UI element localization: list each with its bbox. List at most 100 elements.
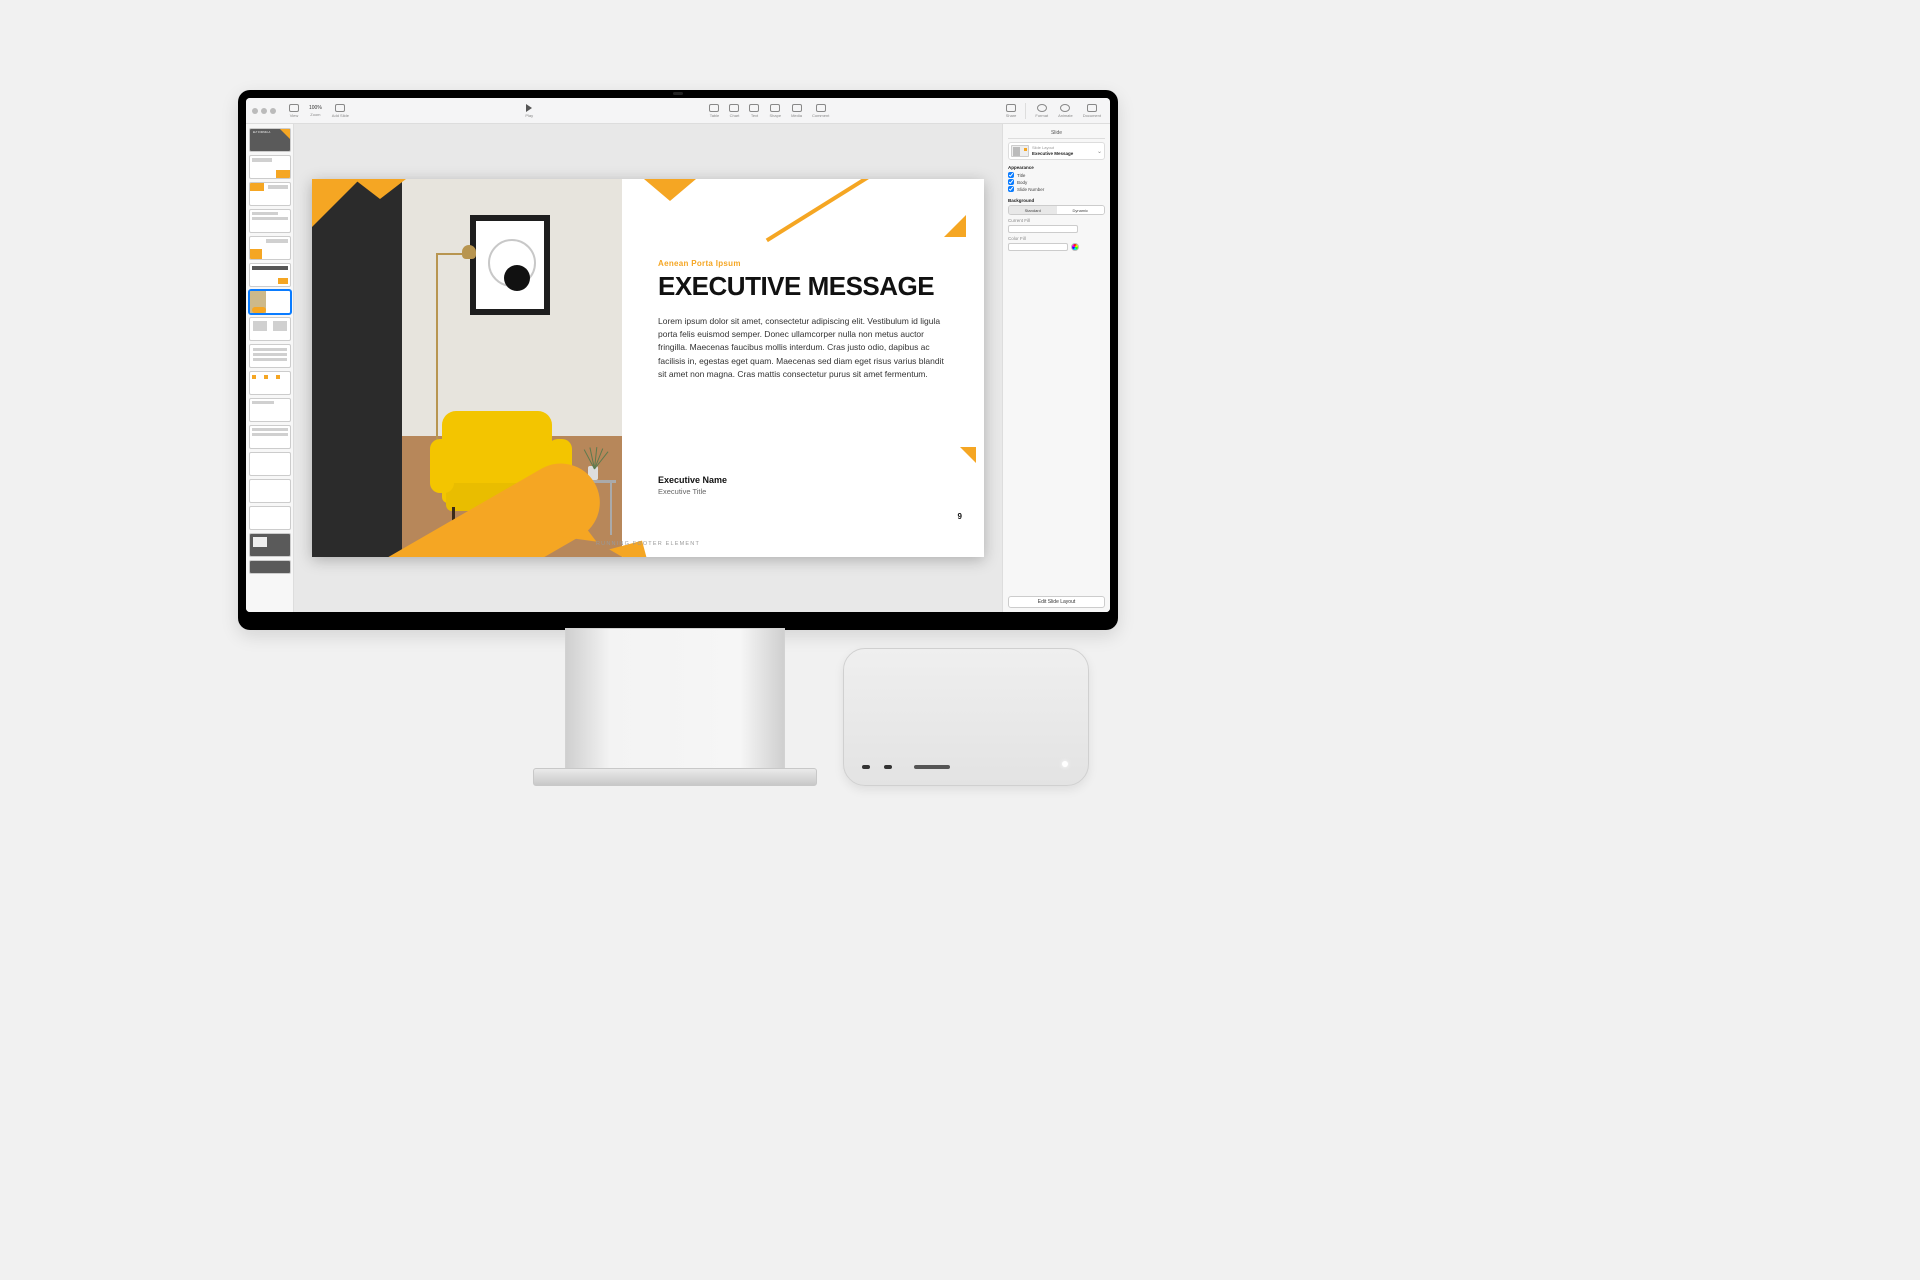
body-checkbox[interactable]: Body [1008,179,1105,185]
chart-button[interactable]: Chart [726,104,742,118]
thumb-6[interactable] [249,263,291,287]
color-wheel-icon[interactable] [1071,243,1079,251]
format-icon [1037,104,1047,112]
comment-button[interactable]: Comment [809,104,832,118]
zoom-control[interactable]: 100% Zoom [306,105,325,117]
color-fill-label: Color Fill [1008,236,1105,241]
thumb-14[interactable] [249,479,291,503]
thumb-5[interactable] [249,236,291,260]
thumb-13[interactable] [249,452,291,476]
chair-arm-l [430,439,454,493]
color-fill-swatch[interactable] [1008,243,1068,251]
checkbox-icon[interactable] [1008,186,1014,192]
add-slide-label: Add Slide [332,113,349,118]
inspector-panel: Slide Slide Layout Executive Message ⌄ A… [1002,124,1110,612]
shape-button[interactable]: Shape [766,104,784,118]
animate-button[interactable]: Animate [1055,104,1076,118]
thumb-9[interactable] [249,344,291,368]
document-button[interactable]: Document [1080,104,1104,118]
text-icon [749,104,759,112]
shape-label: Shape [769,113,781,118]
plant-graphic [580,439,610,469]
accent-tri [312,179,360,227]
slide[interactable]: Aenean Porta Ipsum EXECUTIVE MESSAGE Lor… [312,179,984,557]
share-icon [1006,104,1016,112]
lamp-graphic [436,253,438,463]
window-controls[interactable] [252,108,276,114]
layout-name: Executive Message [1032,151,1073,156]
slide-layout-picker[interactable]: Slide Layout Executive Message ⌄ [1008,142,1105,160]
slidenum-checkbox[interactable]: Slide Number [1008,186,1105,192]
canvas[interactable]: Aenean Porta Ipsum EXECUTIVE MESSAGE Lor… [294,124,1002,612]
current-fill-swatch[interactable] [1008,225,1078,233]
thumb-1[interactable]: ELT FORMULA [249,128,291,152]
slide-body[interactable]: Lorem ipsum dolor sit amet, consectetur … [658,315,948,381]
thumb-10[interactable] [249,371,291,395]
camera-notch [673,92,683,95]
thumb-11[interactable] [249,398,291,422]
media-label: Media [791,113,802,118]
checkbox-icon[interactable] [1008,179,1014,185]
thumb-7-selected[interactable] [249,290,291,314]
lamp-head-graphic [462,245,476,259]
comment-icon [816,104,826,112]
min-dot[interactable] [261,108,267,114]
share-button[interactable]: Share [1003,104,1020,118]
plus-icon [335,104,345,112]
media-icon [792,104,802,112]
background-section: Background Standard Dynamic Current Fill… [1008,198,1105,251]
seg-standard[interactable]: Standard [1009,206,1057,214]
thumb-4[interactable] [249,209,291,233]
background-segmented[interactable]: Standard Dynamic [1008,205,1105,215]
format-button[interactable]: Format [1032,104,1051,118]
close-dot[interactable] [252,108,258,114]
accent-tri [960,447,976,463]
thumb-2[interactable] [249,155,291,179]
thumb-8[interactable] [249,317,291,341]
slide-number: 9 [958,512,962,521]
share-label: Share [1006,113,1017,118]
thumb-3[interactable] [249,182,291,206]
table-label: Table [710,113,720,118]
usb-c-port-icon [884,765,892,769]
signature-name[interactable]: Executive Name [658,475,727,485]
animate-label: Animate [1058,113,1073,118]
seg-dynamic[interactable]: Dynamic [1057,206,1105,214]
shape-icon [770,104,780,112]
workspace: ELT FORMULA [246,124,1110,612]
thumb-16[interactable] [249,533,291,557]
view-button[interactable]: View [286,104,302,118]
appearance-section: Appearance Title Body Slide Number [1008,165,1105,193]
table-icon [709,104,719,112]
checkbox-icon[interactable] [1008,172,1014,178]
view-icon [289,104,299,112]
usb-c-port-icon [862,765,870,769]
media-button[interactable]: Media [788,104,805,118]
mac-studio [843,648,1089,786]
max-dot[interactable] [270,108,276,114]
table-button[interactable]: Table [706,104,722,118]
zoom-value: 100% [309,105,322,111]
signature-title[interactable]: Executive Title [658,487,706,496]
thumb-12[interactable] [249,425,291,449]
edit-slide-layout-button[interactable]: Edit Slide Layout [1008,596,1105,608]
power-led-icon [1062,761,1068,767]
slide-footer: RUNNING FOOTER ELEMENT [312,541,984,547]
text-button[interactable]: Text [746,104,762,118]
appearance-heading: Appearance [1008,165,1105,170]
thumb-17[interactable] [249,560,291,574]
thumb-15[interactable] [249,506,291,530]
inspector-tab-slide[interactable]: Slide [1008,128,1105,139]
slide-navigator[interactable]: ELT FORMULA [246,124,294,612]
document-label: Document [1083,113,1101,118]
wall-art [470,215,550,315]
body-checkbox-label: Body [1017,180,1027,185]
animate-icon [1060,104,1070,112]
slide-kicker[interactable]: Aenean Porta Ipsum [658,259,741,268]
play-button[interactable]: Play [522,104,536,118]
slide-title[interactable]: EXECUTIVE MESSAGE [658,271,934,302]
title-checkbox[interactable]: Title [1008,172,1105,178]
add-slide-button[interactable]: Add Slide [329,104,352,118]
comment-label: Comment [812,113,829,118]
format-label: Format [1035,113,1048,118]
